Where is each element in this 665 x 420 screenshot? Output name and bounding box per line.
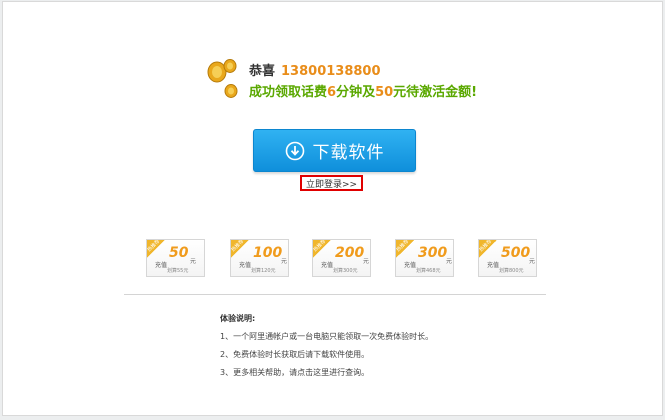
card-badge: 热推荐 — [396, 240, 416, 260]
reward-yuan: 50 — [375, 85, 394, 100]
phone-number: 13800138800 — [281, 64, 381, 79]
card-label: 充值 — [404, 262, 417, 269]
card-label: 充值 — [321, 262, 334, 269]
card-amount: 50 — [169, 245, 189, 261]
notes-item: 1、一个阿里通帐户或一台电脑只能领取一次免费体验时长。 — [220, 332, 434, 341]
login-now-link[interactable]: 立即登录>> — [300, 175, 363, 191]
reward-minutes: 6 — [327, 85, 337, 100]
card-unit: 元 — [446, 258, 453, 265]
recharge-card-200[interactable]: 热推荐 充值 200 元 划算300元 — [312, 239, 371, 277]
card-label: 充值 — [239, 262, 252, 269]
download-circle-icon — [285, 141, 304, 160]
congrats-line: 恭喜 13800138800 — [249, 60, 381, 79]
card-badge: 热推荐 — [147, 240, 167, 260]
main-panel: 恭喜 13800138800 成功领取话费6分钟及50元待激活金额! 下载软件 立… — [2, 1, 663, 416]
recharge-card-100[interactable]: 热推荐 充值 100 元 划算120元 — [230, 239, 289, 277]
card-bonus: 划算800元 — [499, 268, 524, 274]
card-bonus: 划算468元 — [416, 268, 441, 274]
recharge-card-500[interactable]: 热推荐 充值 500 元 划算800元 — [478, 239, 537, 277]
recharge-card-300[interactable]: 热推荐 充值 300 元 划算468元 — [395, 239, 454, 277]
reward-prefix: 成功领取话费 — [249, 85, 328, 100]
card-badge: 热推荐 — [479, 240, 499, 260]
card-bonus: 划算55元 — [167, 268, 189, 274]
card-badge: 热推荐 — [231, 240, 251, 260]
reward-mid: 分钟及 — [336, 85, 376, 100]
download-software-button[interactable]: 下载软件 — [253, 129, 416, 172]
card-amount: 300 — [418, 245, 448, 261]
card-label: 充值 — [155, 262, 168, 269]
card-amount: 100 — [253, 245, 283, 261]
download-button-label: 下载软件 — [312, 143, 385, 163]
card-unit: 元 — [363, 258, 370, 265]
notes-title: 体验说明: — [220, 314, 256, 323]
card-amount: 200 — [335, 245, 365, 261]
card-badge: 热推荐 — [313, 240, 333, 260]
card-unit: 元 — [529, 258, 536, 265]
card-amount: 500 — [501, 245, 531, 261]
coins-icon — [207, 59, 238, 98]
card-bonus: 划算120元 — [251, 268, 276, 274]
section-divider — [124, 294, 546, 295]
card-unit: 元 — [190, 258, 197, 265]
reward-line: 成功领取话费6分钟及50元待激活金额! — [249, 81, 477, 100]
congrats-label: 恭喜 — [249, 64, 276, 79]
card-bonus: 划算300元 — [333, 268, 358, 274]
card-label: 充值 — [487, 262, 500, 269]
notes-item: 3、更多相关帮助，请点击这里进行查询。 — [220, 368, 370, 377]
reward-suffix: 元待激活金额! — [393, 85, 478, 100]
recharge-card-50[interactable]: 热推荐 充值 50 元 划算55元 — [146, 239, 205, 277]
experience-notes: 体验说明: 1、一个阿里通帐户或一台电脑只能领取一次免费体验时长。 2、免费体验… — [220, 313, 433, 385]
notes-item: 2、免费体验时长获取后请下载软件使用。 — [220, 350, 370, 359]
card-unit: 元 — [281, 258, 288, 265]
